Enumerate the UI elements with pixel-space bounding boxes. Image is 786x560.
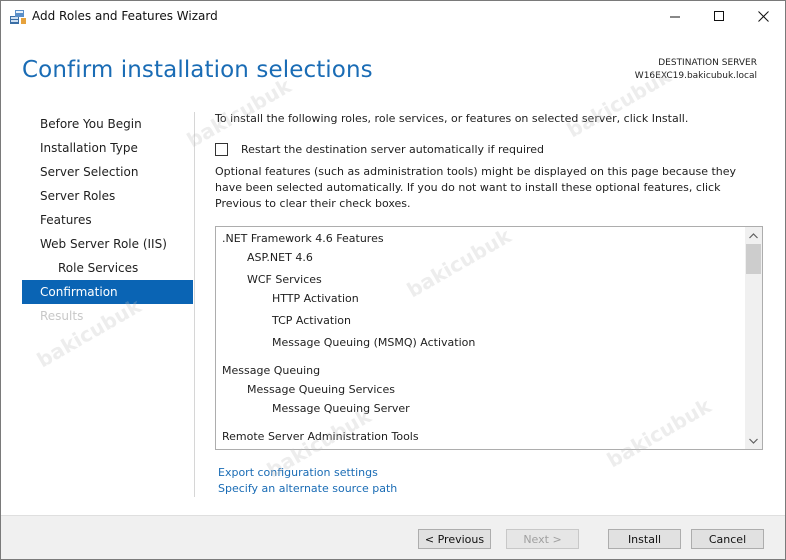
title-bar[interactable]: Add Roles and Features Wizard bbox=[1, 1, 785, 32]
next-button: Next > bbox=[506, 529, 579, 549]
restart-checkbox[interactable] bbox=[215, 142, 228, 156]
page-title: Confirm installation selections bbox=[22, 57, 373, 83]
window-title: Add Roles and Features Wizard bbox=[32, 9, 218, 23]
scroll-thumb[interactable] bbox=[746, 244, 761, 274]
nav-item-installation-type[interactable]: Installation Type bbox=[22, 136, 193, 160]
maximize-button[interactable] bbox=[697, 1, 741, 32]
scroll-up-arrow-icon[interactable] bbox=[745, 227, 762, 244]
cancel-button[interactable]: Cancel bbox=[691, 529, 764, 549]
intro-text: To install the following roles, role ser… bbox=[215, 112, 689, 125]
alternate-source-link[interactable]: Specify an alternate source path bbox=[218, 482, 397, 495]
nav-item-results: Results bbox=[40, 309, 84, 323]
minimize-button[interactable] bbox=[653, 1, 697, 32]
nav-item-server-roles[interactable]: Server Roles bbox=[22, 184, 193, 208]
wizard-nav: Before You Begin Installation Type Serve… bbox=[22, 112, 193, 328]
list-item: WCF Services bbox=[247, 273, 322, 286]
nav-divider bbox=[194, 112, 195, 497]
list-item: Remote Server Administration Tools bbox=[222, 430, 419, 443]
nav-item-confirmation[interactable]: Confirmation bbox=[22, 280, 193, 304]
list-item: TCP Activation bbox=[272, 314, 351, 327]
features-scrollbar[interactable] bbox=[745, 227, 762, 449]
wizard-window: Add Roles and Features Wizard Confirm in… bbox=[0, 0, 786, 560]
close-button[interactable] bbox=[741, 1, 785, 32]
install-button[interactable]: Install bbox=[608, 529, 681, 549]
nav-item-before-you-begin[interactable]: Before You Begin bbox=[22, 112, 193, 136]
nav-item-server-selection[interactable]: Server Selection bbox=[22, 160, 193, 184]
destination-server-label: DESTINATION SERVER bbox=[658, 58, 757, 68]
list-item: Message Queuing (MSMQ) Activation bbox=[272, 336, 476, 349]
scroll-down-arrow-icon[interactable] bbox=[745, 432, 762, 449]
button-bar: < Previous Next > Install Cancel bbox=[1, 515, 785, 559]
list-item: Message Queuing bbox=[222, 364, 321, 377]
nav-item-features[interactable]: Features bbox=[22, 208, 193, 232]
nav-item-role-services[interactable]: Role Services bbox=[22, 256, 193, 280]
list-item: ASP.NET 4.6 bbox=[247, 251, 313, 264]
restart-checkbox-label[interactable]: Restart the destination server automatic… bbox=[241, 143, 544, 156]
export-config-link[interactable]: Export configuration settings bbox=[218, 466, 378, 479]
optional-features-note: Optional features (such as administratio… bbox=[215, 165, 737, 210]
restart-option[interactable]: Restart the destination server automatic… bbox=[215, 141, 544, 157]
list-item: Message Queuing Server bbox=[272, 402, 410, 415]
destination-server-name: W16EXC19.bakicubuk.local bbox=[634, 71, 757, 81]
previous-button[interactable]: < Previous bbox=[418, 529, 491, 549]
server-manager-icon bbox=[10, 9, 26, 24]
list-item: Message Queuing Services bbox=[247, 383, 395, 396]
list-item: .NET Framework 4.6 Features bbox=[222, 232, 384, 245]
features-list[interactable]: .NET Framework 4.6 Features ASP.NET 4.6 … bbox=[215, 226, 763, 450]
list-item: HTTP Activation bbox=[272, 292, 359, 305]
nav-item-web-server-role[interactable]: Web Server Role (IIS) bbox=[22, 232, 193, 256]
